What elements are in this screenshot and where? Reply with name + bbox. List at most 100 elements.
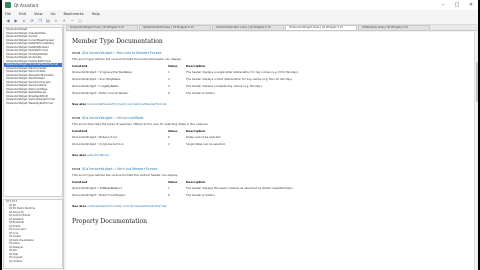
tab-0[interactable]: QCalendarWidget Class | Qt Widgets 5.15 — [66, 25, 138, 30]
see-also-label: See also — [72, 102, 87, 106]
description-cell: Single dates can be selected. — [186, 142, 226, 146]
see-also-links[interactable]: selectionMode. — [87, 153, 110, 157]
see-also-links[interactable]: verticalHeaderFormat() and HorizontalHea… — [87, 204, 167, 208]
enum-title: enum QCalendarWidget::SelectionMode — [72, 116, 468, 120]
contents-item[interactable]: Qt Location — [4, 260, 62, 264]
enum-block: enum QCalendarWidget::SelectionModeThis … — [72, 116, 468, 157]
table-row: QCalendarWidget::ShortDayNames 2 The heade… — [72, 77, 299, 84]
constant-cell[interactable]: QCalendarWidget::ShortDayNames — [72, 77, 168, 84]
property-documentation-heading: Property Documentation — [72, 218, 148, 225]
enum-list: enum QCalendarWidget::HorizontalHeaderFo… — [72, 51, 468, 208]
enum-keyword: enum — [72, 167, 83, 171]
enum-description: This enum describes the types of selecti… — [72, 122, 209, 126]
sync-icon[interactable]: ⟳ — [29, 18, 35, 24]
copy-icon[interactable]: ❐ — [37, 18, 43, 24]
enum-block: enum QCalendarWidget::HorizontalHeaderFo… — [72, 51, 468, 106]
tab-4[interactable]: QTableView Class | Qt Widgets 5.15 — [358, 25, 430, 30]
constant-cell[interactable]: QCalendarWidget::SingleLetterDayNames — [72, 70, 168, 77]
description-cell: The header displays a short abbreviation… — [186, 77, 293, 81]
enum-type-name: QCalendarWidget::SelectionMode — [82, 116, 144, 120]
scrollbar-thumb[interactable] — [475, 62, 478, 102]
constant-cell[interactable]: QCalendarWidget::ISOWeekNumbers — [72, 186, 168, 193]
document-view: Member Type Documentation enum QCalendar… — [66, 32, 478, 270]
menu-go[interactable]: Go — [51, 12, 56, 16]
see-also: See also selectionMode. — [72, 153, 468, 157]
value-cell: 1 — [168, 142, 170, 146]
index-item[interactable]: QCalendarWidget::VerticalHeaderFormat — [4, 98, 62, 102]
zoom-out-icon[interactable]: − — [69, 18, 75, 24]
title-bar: Qt Assistant – □ ✕ — [2, 0, 478, 10]
enum-keyword: enum — [72, 51, 83, 55]
enum-description: This enum type defines the various forma… — [72, 57, 182, 61]
app-icon — [5, 2, 11, 8]
enum-title: enum QCalendarWidget::HorizontalHeaderFo… — [72, 51, 468, 55]
value-cell: 0 — [168, 193, 170, 197]
description-cell: The header displays complete day names (… — [186, 84, 263, 88]
print-icon[interactable]: ▤ — [45, 18, 51, 24]
enum-values-table: Constant Value Description QCalendarWidget:… — [72, 64, 299, 98]
table-row: QCalendarWidget::SingleSelection 1 Single … — [72, 142, 226, 149]
zoom-in-icon[interactable]: + — [61, 18, 67, 24]
tab-1[interactable]: QDateTimeEdit Class | Qt Widgets 5.15 — [139, 25, 211, 30]
value-cell: 3 — [168, 84, 170, 88]
index-item[interactable]: QCalendarWidget::DateEditAcceptDelay — [4, 42, 62, 46]
toolbar: ◀ ▶ ⌂ ⟳ ❐ ▤ ⌕ + − ○ — [2, 17, 478, 25]
value-cell: 2 — [168, 77, 170, 81]
description-cell: The header is hidden. — [186, 193, 216, 197]
menu-edit[interactable]: Edit — [19, 12, 26, 16]
close-button[interactable]: ✕ — [464, 0, 478, 10]
back-icon[interactable]: ◀ — [5, 18, 11, 24]
member-types-heading: Member Type Documentation — [72, 38, 163, 45]
enum-block: enum QCalendarWidget::VerticalHeaderForm… — [72, 167, 468, 208]
constant-cell[interactable]: QCalendarWidget::LongDayNames — [72, 84, 168, 91]
menu-bookmarks[interactable]: Bookmarks — [64, 12, 84, 16]
constant-cell[interactable]: QCalendarWidget::NoVerticalHeader — [72, 193, 168, 200]
table-row: QCalendarWidget::ISOWeekNumbers 1 The head… — [72, 186, 293, 193]
forward-icon[interactable]: ▶ — [13, 18, 19, 24]
home-icon[interactable]: ⌂ — [21, 18, 27, 24]
table-row: QCalendarWidget::NoHorizontalHeader 0 The … — [72, 91, 299, 98]
description-cell: The header is hidden. — [186, 91, 216, 95]
contents-tree[interactable]: Qt 5.15.2 Qt 3D Qt 3D Studio Runtime Qt Act… — [3, 199, 63, 269]
menu-bar: File Edit View Go Bookmarks Help — [2, 10, 478, 17]
tab-2[interactable]: QAbstractSpinBox Class | Qt Widgets 5.15 — [212, 25, 284, 30]
value-cell: 1 — [168, 70, 170, 74]
constant-cell[interactable]: QCalendarWidget::SingleSelection — [72, 142, 168, 149]
reset-zoom-icon[interactable]: ○ — [77, 18, 83, 24]
enum-title: enum QCalendarWidget::VerticalHeaderForm… — [72, 167, 468, 171]
description-cell: Dates cannot be selected. — [186, 135, 222, 139]
index-list[interactable]: QCalendarWidget QCalendarWidget::Activate… — [3, 27, 63, 197]
menu-view[interactable]: View — [34, 12, 43, 16]
enum-keyword: enum — [72, 116, 83, 120]
see-also-label: See also — [72, 204, 87, 208]
description-cell: The header displays ISO week numbers as … — [186, 186, 294, 190]
find-icon[interactable]: ⌕ — [53, 18, 59, 24]
index-item[interactable]: QCalendarWidget::HorizontalHeaderFormat — [4, 63, 62, 67]
menu-help[interactable]: Help — [92, 12, 100, 16]
table-row: QCalendarWidget::LongDayNames 3 The header… — [72, 84, 299, 91]
table-row: QCalendarWidget::SingleLetterDayNames 1 Th… — [72, 70, 299, 77]
see-also-links[interactable]: horizontalHeaderFormat() and VerticalHea… — [87, 102, 167, 106]
value-cell: 0 — [168, 91, 170, 95]
assistant-window: Qt Assistant – □ ✕ File Edit View Go Boo… — [2, 0, 478, 270]
index-item[interactable]: QCalendarWidget::WeekdayTextFormat — [4, 102, 62, 106]
vertical-scrollbar[interactable] — [474, 32, 478, 270]
enum-type-name: QCalendarWidget::VerticalHeaderFormat — [82, 167, 158, 171]
enum-values-table: Constant Value Description QCalendarWidget:… — [72, 129, 226, 149]
see-also-label: See also — [72, 153, 87, 157]
value-cell: 0 — [168, 135, 170, 139]
constant-cell[interactable]: QCalendarWidget::NoHorizontalHeader — [72, 91, 168, 98]
maximize-button[interactable]: □ — [450, 0, 464, 10]
enum-values-table: Constant Value Description QCalendarWidget:… — [72, 180, 293, 200]
see-also: See also verticalHeaderFormat() and Hori… — [72, 204, 468, 208]
table-row: QCalendarWidget::NoVerticalHeader 0 The he… — [72, 193, 293, 200]
enum-type-name: QCalendarWidget::HorizontalHeaderFormat — [82, 51, 162, 55]
menu-file[interactable]: File — [5, 12, 11, 16]
minimize-button[interactable]: – — [436, 0, 450, 10]
sidebar: QCalendarWidget QCalendarWidget::Activate… — [2, 25, 64, 270]
window-title: Qt Assistant — [14, 2, 39, 8]
tab-3[interactable]: QCalendarWidget Class | Qt Widgets 5.15 — [285, 25, 357, 30]
constant-cell[interactable]: QCalendarWidget::NoSelection — [72, 135, 168, 142]
value-cell: 1 — [168, 186, 170, 190]
description-cell: The header displays a single letter abbr… — [186, 70, 299, 74]
